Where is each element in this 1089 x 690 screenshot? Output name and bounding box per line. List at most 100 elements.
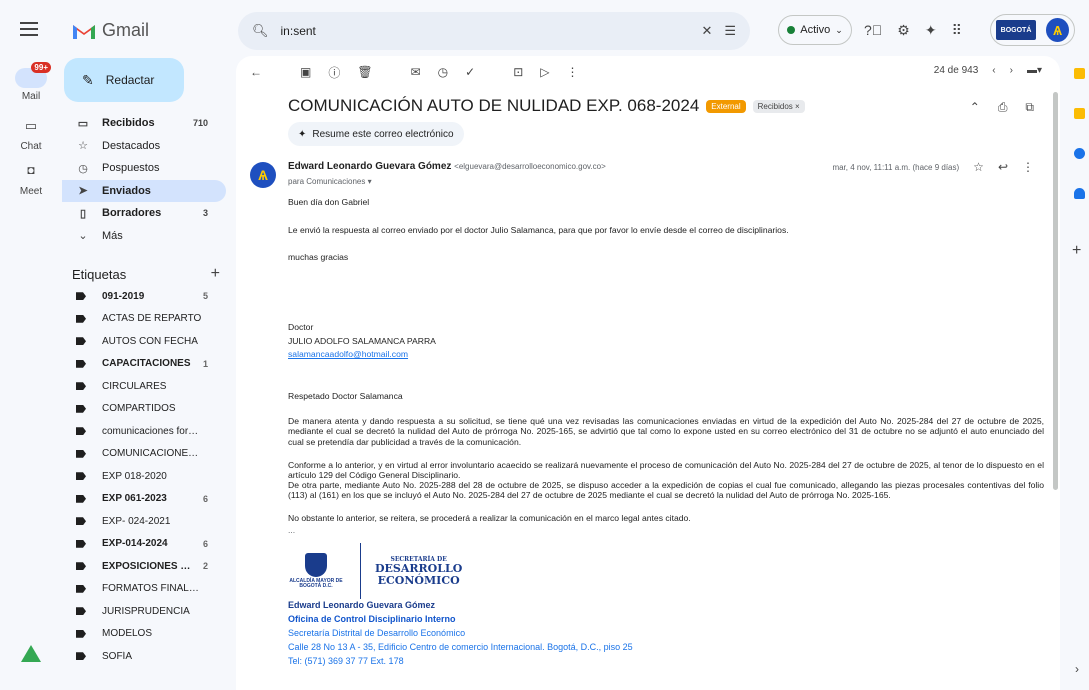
message-more-icon[interactable]: ⋮ <box>1022 160 1034 174</box>
input-tools-icon[interactable]: ▬▾ <box>1027 65 1042 76</box>
open-new-window-icon[interactable]: ⧉ <box>1025 100 1034 115</box>
add-label-icon[interactable]: + <box>211 265 220 283</box>
apps-grid-icon[interactable]: ⠿ <box>952 22 962 39</box>
label-item[interactable]: EXP- 024-2021 <box>62 510 226 533</box>
inbox-icon: ▭ <box>77 117 89 130</box>
sender-line: Edward Leonardo Guevara Gómez <elguevara… <box>288 161 606 172</box>
more-actions-icon[interactable]: ⋮ <box>567 65 579 79</box>
signature-entity: Secretaría Distrital de Desarrollo Econó… <box>288 628 466 638</box>
sidebar-item-destacados[interactable]: ☆ Destacados <box>62 135 226 158</box>
delete-icon[interactable]: 🗑︎ <box>357 65 372 79</box>
reply-icon[interactable]: ↩ <box>998 160 1008 174</box>
label-item[interactable]: CAPACITACIONES 1 <box>62 353 226 376</box>
label-item[interactable]: COMUNICACIONES Y/O ... <box>62 443 226 466</box>
rail-mail[interactable]: 99+ Mail <box>0 62 62 102</box>
chevron-down-icon: ⌄ <box>835 24 843 35</box>
sidebar-item-borradores[interactable]: ▯ Borradores 3 <box>62 202 226 225</box>
show-trimmed-content[interactable]: ... <box>288 525 1044 535</box>
print-icon[interactable]: ⎙ <box>998 100 1008 115</box>
sidebar-item-recibidos[interactable]: ▭ Recibidos 710 <box>62 112 226 135</box>
summarize-button[interactable]: ✦ Resume este correo electrónico <box>288 122 464 146</box>
star-icon[interactable]: ☆ <box>973 160 984 174</box>
label-item[interactable]: EXP-014-2024 6 <box>62 533 226 556</box>
label-item[interactable]: MODELOS <box>62 623 226 646</box>
label-item[interactable]: EXP 061-2023 6 <box>62 488 226 511</box>
pager-text: 24 de 943 <box>933 65 979 76</box>
email-date: mar, 4 nov, 11:11 a.m. (hace 9 días) <box>832 162 960 172</box>
account-avatar[interactable]: Ѧ <box>1046 18 1069 42</box>
calendar-icon[interactable] <box>1074 68 1085 79</box>
clear-search-icon[interactable]: ✕ <box>701 23 712 39</box>
compose-button[interactable]: ✎ Redactar <box>64 58 184 102</box>
label-tag-icon <box>76 517 86 526</box>
sidebar-item-más[interactable]: ⌄ Más <box>62 225 226 248</box>
sender-name[interactable]: Edward Leonardo Guevara Gómez <box>288 161 451 172</box>
contacts-icon[interactable] <box>1074 188 1085 199</box>
add-task-icon[interactable]: ✓ <box>465 65 475 79</box>
report-spam-icon[interactable]: ⓘ <box>328 64 340 81</box>
label-item[interactable]: 091-2019 5 <box>62 285 226 308</box>
label-item[interactable]: AUTOS CON FECHA <box>62 330 226 353</box>
back-arrow-icon[interactable]: ← <box>250 65 262 79</box>
add-addon-icon[interactable]: + <box>1072 242 1081 260</box>
alcaldia-text: ALCALDÍA MAYOR DE BOGOTÁ D.C. <box>289 577 343 589</box>
next-page-icon[interactable]: › <box>1010 65 1013 76</box>
status-dot <box>787 26 796 34</box>
status-dropdown[interactable]: Activo ⌄ <box>778 15 852 45</box>
summarize-label: Resume este correo electrónico <box>312 128 454 140</box>
show-side-panel-icon[interactable]: › <box>1075 662 1079 676</box>
gmail-logo[interactable]: Gmail <box>72 20 149 41</box>
rail-chat[interactable]: ▭ Chat <box>0 118 62 152</box>
secretaria-logo: SECRETARÍA DE DESARROLLO ECONÓMICO <box>375 556 462 586</box>
rail-meet[interactable]: ◘ Meet <box>0 163 62 197</box>
video-icon: ◘ <box>27 163 35 177</box>
labels-title: Etiquetas <box>72 266 127 282</box>
label-item[interactable]: FORMATOS FINALES PR... <box>62 578 226 601</box>
label-item[interactable]: SOFÍA <box>62 645 226 668</box>
snooze-icon[interactable]: ◷ <box>438 65 448 79</box>
rail-mail-label: Mail <box>21 91 41 102</box>
archive-icon[interactable]: ▣ <box>300 65 311 79</box>
email-meta: mar, 4 nov, 11:11 a.m. (hace 9 días) ☆ ↩… <box>832 160 1034 174</box>
sidebar-item-enviados[interactable]: ➤ Enviados <box>62 179 226 202</box>
search-bar[interactable]: 🔍︎ in:sent ✕ ☰ <box>238 12 750 50</box>
inbox-label-chip[interactable]: Recibidos × <box>752 99 805 113</box>
recipients-toggle[interactable]: para Comunicaciones ▾ <box>288 177 372 186</box>
email-view: ← ▣ ⓘ 🗑︎ ✉ ◷ ✓ ⊡ ▷ ⋮ 24 de 943 ‹ › ▬▾ CO… <box>236 56 1060 690</box>
label-tag-icon <box>76 382 86 391</box>
label-name: FORMATOS FINALES PR... <box>102 583 202 595</box>
search-input[interactable]: in:sent <box>281 24 690 38</box>
tasks-icon[interactable] <box>1074 148 1085 159</box>
sidebar-item-label: Pospuestos <box>102 162 160 175</box>
label-name: COMUNICACIONES Y/O ... <box>102 448 202 460</box>
settings-icon[interactable]: ⚙ <box>897 22 910 39</box>
label-item[interactable]: EXP 018-2020 <box>62 465 226 488</box>
help-icon[interactable]: ?⃝ <box>864 22 882 39</box>
label-item[interactable]: EXPOSICIONES SE... 2 <box>62 555 226 578</box>
doctor-email-link[interactable]: salamancaadolfo@hotmail.com <box>288 349 408 359</box>
account-switcher[interactable]: BOGOTÁ Ѧ <box>990 14 1075 46</box>
signature-logo: ALCALDÍA MAYOR DE BOGOTÁ D.C. SECRETARÍA… <box>286 543 462 599</box>
gemini-icon[interactable]: ✦ <box>925 22 937 39</box>
sender-avatar[interactable]: Ѧ <box>250 162 276 188</box>
label-item[interactable]: COMPARTIDOS <box>62 398 226 421</box>
move-to-icon[interactable]: ⊡ <box>513 65 523 79</box>
label-item[interactable]: CIRCULARES <box>62 375 226 398</box>
collapse-all-icon[interactable]: ⌃ <box>970 100 980 115</box>
email-scrollbar[interactable] <box>1053 92 1058 490</box>
label-tag-icon <box>76 292 86 301</box>
mark-unread-icon[interactable]: ✉ <box>411 65 421 79</box>
sidebar-item-pospuestos[interactable]: ◷ Pospuestos <box>62 157 226 180</box>
keep-icon[interactable] <box>1074 108 1085 119</box>
prev-page-icon[interactable]: ‹ <box>992 65 995 76</box>
search-options-icon[interactable]: ☰ <box>724 23 736 39</box>
main-menu-icon[interactable] <box>20 22 38 36</box>
label-tag-icon <box>76 472 86 481</box>
search-icon[interactable]: 🔍︎ <box>252 23 269 39</box>
label-item[interactable]: comunicaciones formato... <box>62 420 226 443</box>
label-name: EXP- 024-2021 <box>102 515 171 527</box>
label-item[interactable]: JURISPRUDENCIA <box>62 600 226 623</box>
label-item[interactable]: ACTAS DE REPARTO <box>62 308 226 331</box>
label-icon[interactable]: ▷ <box>540 65 549 79</box>
google-drive-icon[interactable] <box>21 645 41 662</box>
